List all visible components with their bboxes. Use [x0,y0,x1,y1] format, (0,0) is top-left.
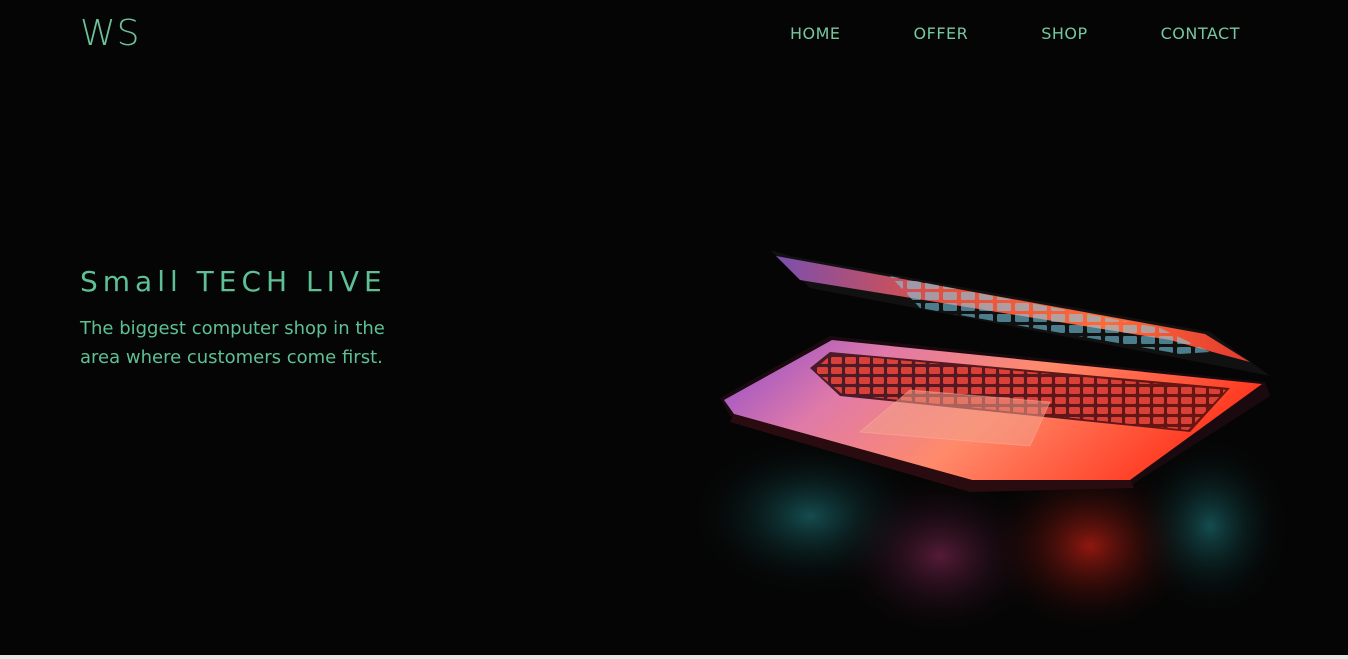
laptop-hero-image [690,236,1290,646]
site-logo[interactable]: WS [80,14,140,54]
nav-offer[interactable]: OFFER [914,24,969,44]
page: WS HOME OFFER SHOP CONTACT Small TECH LI… [0,0,1348,659]
hero-title: Small TECH LIVE [80,265,387,298]
main-nav: HOME OFFER SHOP CONTACT [770,24,1260,44]
bottom-divider [0,655,1348,659]
hero-subtitle: The biggest computer shop in the area wh… [80,318,385,368]
nav-contact[interactable]: CONTACT [1161,24,1240,44]
nav-home[interactable]: HOME [790,24,841,44]
nav-shop[interactable]: SHOP [1041,24,1087,44]
